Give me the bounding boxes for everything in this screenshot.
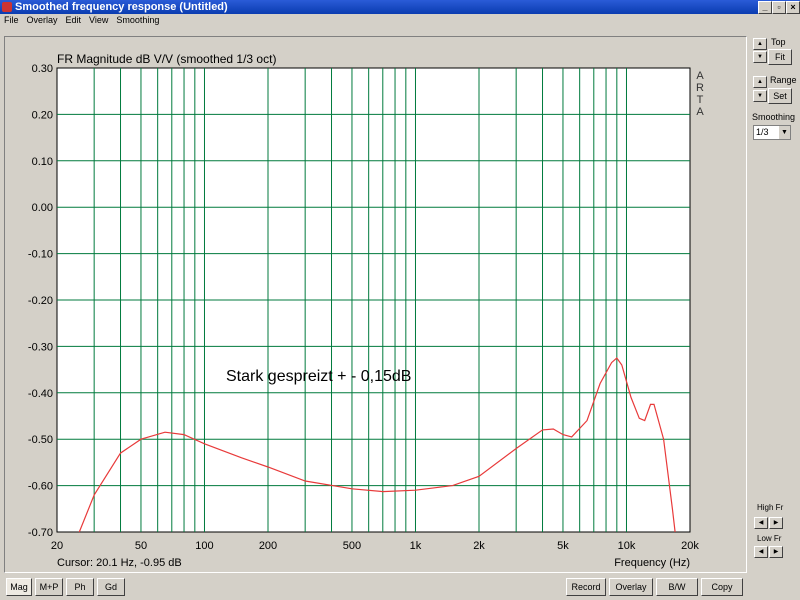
x-tick-label: 100 (195, 540, 213, 552)
smoothing-value: 1/3 (756, 127, 769, 137)
low-fr-label: Low Fr (757, 534, 782, 543)
tab-m-p[interactable]: M+P (35, 578, 63, 596)
smoothing-label: Smoothing (752, 112, 796, 122)
low-fr-left-button[interactable]: ◀ (754, 546, 768, 558)
y-tick-label: -0.40 (28, 388, 53, 400)
range-down-button[interactable]: ▼ (753, 90, 767, 102)
bw-button[interactable]: B/W (656, 578, 698, 596)
high-fr-label: High Fr (757, 503, 784, 512)
set-button[interactable]: Set (768, 88, 792, 104)
watermark-letter: T (697, 94, 704, 106)
frequency-response-chart[interactable]: 0.30 0.20 0.10 0.00 -0.10 -0.20 -0.30 -0.40 -0.5… (0, 0, 800, 600)
y-tick-label: -0.50 (28, 434, 53, 446)
record-button[interactable]: Record (566, 578, 606, 596)
high-fr-left-button[interactable]: ◀ (754, 517, 768, 529)
top-up-button[interactable]: ▲ (753, 38, 767, 50)
x-tick-label: 200 (259, 540, 277, 552)
range-label: Range (770, 75, 797, 85)
x-tick-label: 20k (681, 540, 699, 552)
fit-button[interactable]: Fit (768, 49, 792, 65)
tab-ph[interactable]: Ph (66, 578, 94, 596)
top-down-button[interactable]: ▼ (753, 51, 767, 63)
chevron-down-icon[interactable]: ▼ (779, 126, 790, 139)
y-tick-label: -0.20 (28, 295, 53, 307)
overlay-button[interactable]: Overlay (609, 578, 653, 596)
x-tick-label: 50 (135, 540, 147, 552)
range-up-button[interactable]: ▲ (753, 76, 767, 88)
y-tick-label: -0.70 (28, 527, 53, 539)
x-tick-label: 1k (410, 540, 422, 552)
y-tick-label: -0.10 (28, 249, 53, 261)
x-axis-label: Frequency (Hz) (614, 557, 690, 569)
annotation: Stark gespreizt + - 0,15dB (226, 368, 411, 385)
cursor-readout: Cursor: 20.1 Hz, -0.95 dB (57, 557, 182, 569)
x-tick-label: 20 (51, 540, 63, 552)
low-fr-right-button[interactable]: ▶ (769, 546, 783, 558)
watermark-letter: A (696, 106, 704, 118)
x-tick-label: 500 (343, 540, 361, 552)
y-tick-label: 0.00 (32, 202, 53, 214)
high-fr-right-button[interactable]: ▶ (769, 517, 783, 529)
y-tick-label: 0.10 (32, 156, 53, 168)
tab-gd[interactable]: Gd (97, 578, 125, 596)
y-tick-label: 0.30 (32, 63, 53, 75)
y-tick-label: -0.60 (28, 481, 53, 493)
tab-mag[interactable]: Mag (6, 578, 32, 596)
watermark-letter: A (696, 70, 704, 82)
y-tick-label: 0.20 (32, 109, 53, 121)
y-tick-label: -0.30 (28, 341, 53, 353)
x-tick-label: 5k (557, 540, 569, 552)
x-tick-label: 2k (473, 540, 485, 552)
top-label: Top (771, 37, 786, 47)
x-tick-label: 10k (618, 540, 636, 552)
smoothing-select[interactable]: 1/3 ▼ (753, 125, 791, 140)
copy-button[interactable]: Copy (701, 578, 743, 596)
chart-title: FR Magnitude dB V/V (smoothed 1/3 oct) (57, 52, 276, 66)
watermark-letter: R (696, 82, 704, 94)
